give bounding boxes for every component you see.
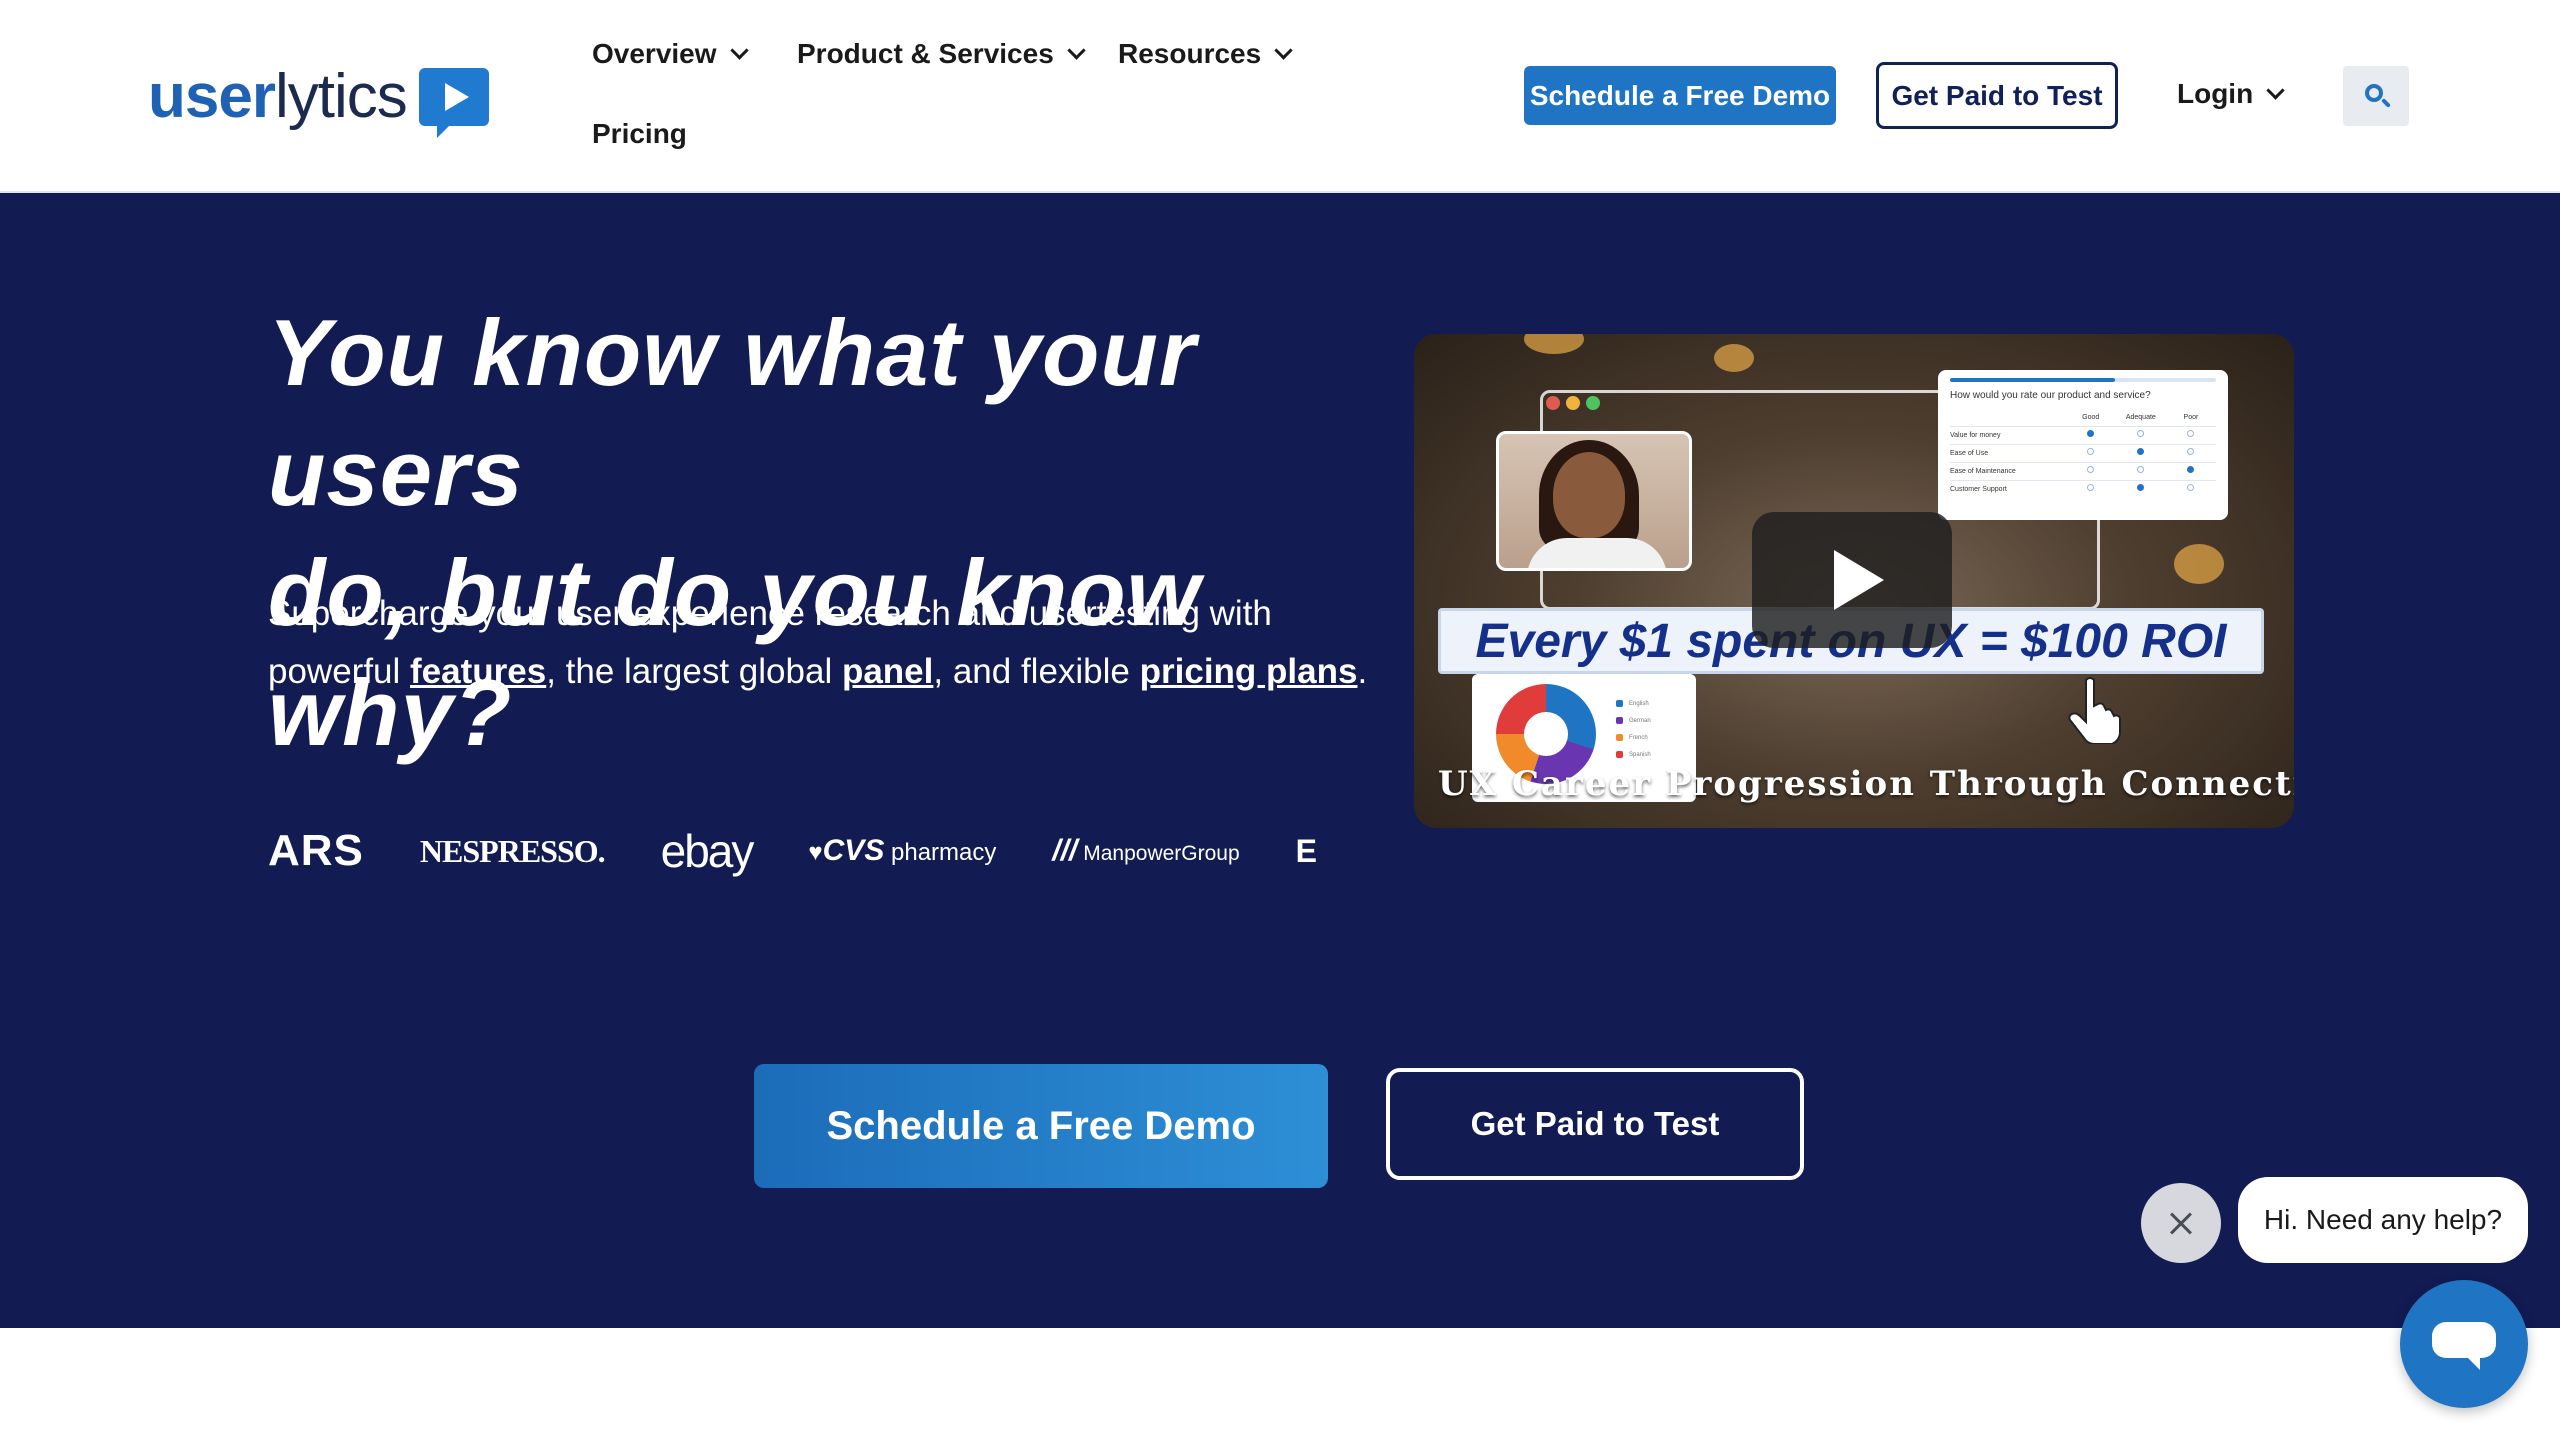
partial-brand-logo: E: [1295, 832, 1317, 869]
chat-close-button[interactable]: [2141, 1183, 2221, 1263]
chat-message-icon: [2432, 1322, 2496, 1370]
cvs-pharmacy-logo: ♥CVS pharmacy: [808, 834, 997, 867]
nav-resources[interactable]: Resources: [1118, 38, 1293, 70]
nespresso-logo: NESPRESSO.: [419, 832, 606, 869]
nav-pricing[interactable]: Pricing: [592, 118, 687, 150]
search-icon: [2365, 84, 2383, 102]
logo-wordmark: userlytics: [148, 62, 408, 131]
hero-get-paid-button[interactable]: Get Paid to Test: [1386, 1068, 1804, 1180]
panel-link[interactable]: panel: [842, 652, 933, 691]
hero-video[interactable]: How would you rate our product and servi…: [1414, 334, 2294, 828]
hero-subtitle: Supercharge your user experience researc…: [268, 594, 1368, 691]
manpowergroup-logo: /// ManpowerGroup: [1052, 834, 1240, 867]
chevron-down-icon: [1067, 40, 1086, 60]
nav-product-services[interactable]: Product & Services: [797, 38, 1086, 70]
nav-resources-label: Resources: [1118, 38, 1262, 69]
webcam-thumbnail: [1496, 431, 1692, 571]
ars-logo: ARS: [268, 826, 364, 875]
search-button[interactable]: [2343, 66, 2409, 126]
site-header: userlytics Overview Product & Services R…: [0, 0, 2560, 193]
ebay-logo: ebay: [660, 825, 755, 877]
hero-title: You know what your users do, but do you …: [268, 293, 1408, 773]
pricing-plans-link[interactable]: pricing plans: [1140, 652, 1358, 691]
chat-greeting-bubble[interactable]: Hi. Need any help?: [2238, 1177, 2528, 1263]
nav-product-label: Product & Services: [797, 38, 1054, 69]
video-play-button[interactable]: [1752, 512, 1952, 648]
userlytics-logo[interactable]: userlytics: [148, 62, 489, 138]
nav-overview[interactable]: Overview: [592, 38, 749, 70]
logo-play-icon: [418, 68, 489, 138]
survey-card: How would you rate our product and servi…: [1938, 370, 2228, 520]
chevron-down-icon: [1274, 40, 1293, 60]
chat-launcher-button[interactable]: [2400, 1280, 2528, 1408]
chevron-down-icon: [729, 40, 749, 60]
login-menu[interactable]: Login: [2177, 78, 2285, 110]
chevron-down-icon: [2266, 80, 2285, 100]
hero-title-line1: You know what your users: [268, 300, 1197, 525]
features-link[interactable]: features: [410, 652, 546, 691]
header-get-paid-button[interactable]: Get Paid to Test: [1876, 62, 2118, 129]
login-label: Login: [2177, 78, 2254, 109]
nav-pricing-label: Pricing: [592, 118, 687, 149]
pointer-hand-icon: [2068, 677, 2121, 744]
video-caption: UX Career Progression Through Connection…: [1438, 764, 2294, 804]
header-schedule-demo-button[interactable]: Schedule a Free Demo: [1524, 66, 1836, 125]
nav-overview-label: Overview: [592, 38, 717, 69]
hero-schedule-demo-button[interactable]: Schedule a Free Demo: [754, 1064, 1328, 1188]
client-logos: ARS NESPRESSO. ebay ♥CVS pharmacy /// Ma…: [268, 821, 1373, 881]
hero-section: You know what your users do, but do you …: [0, 193, 2560, 1328]
